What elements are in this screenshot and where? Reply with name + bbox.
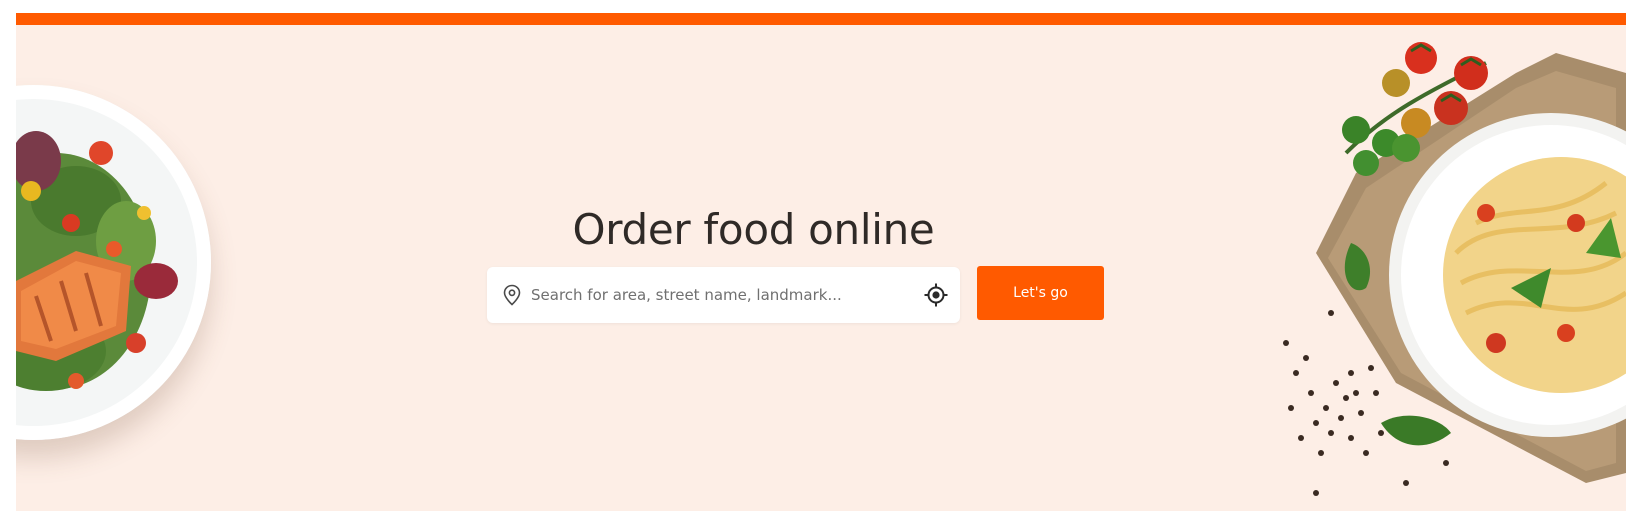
hero-banner: Order food online xyxy=(16,13,1626,511)
page: Order food online Let's go xyxy=(0,0,1640,524)
map-pin-icon xyxy=(503,284,521,306)
locate-me-icon[interactable] xyxy=(924,283,948,307)
salad-food-image xyxy=(16,131,178,391)
page-title: Order food online xyxy=(572,205,935,254)
pasta-plate-image xyxy=(1283,42,1626,496)
lets-go-button[interactable]: Let's go xyxy=(977,266,1104,320)
location-search-input[interactable] xyxy=(531,281,911,309)
location-search-box[interactable] xyxy=(487,267,960,323)
